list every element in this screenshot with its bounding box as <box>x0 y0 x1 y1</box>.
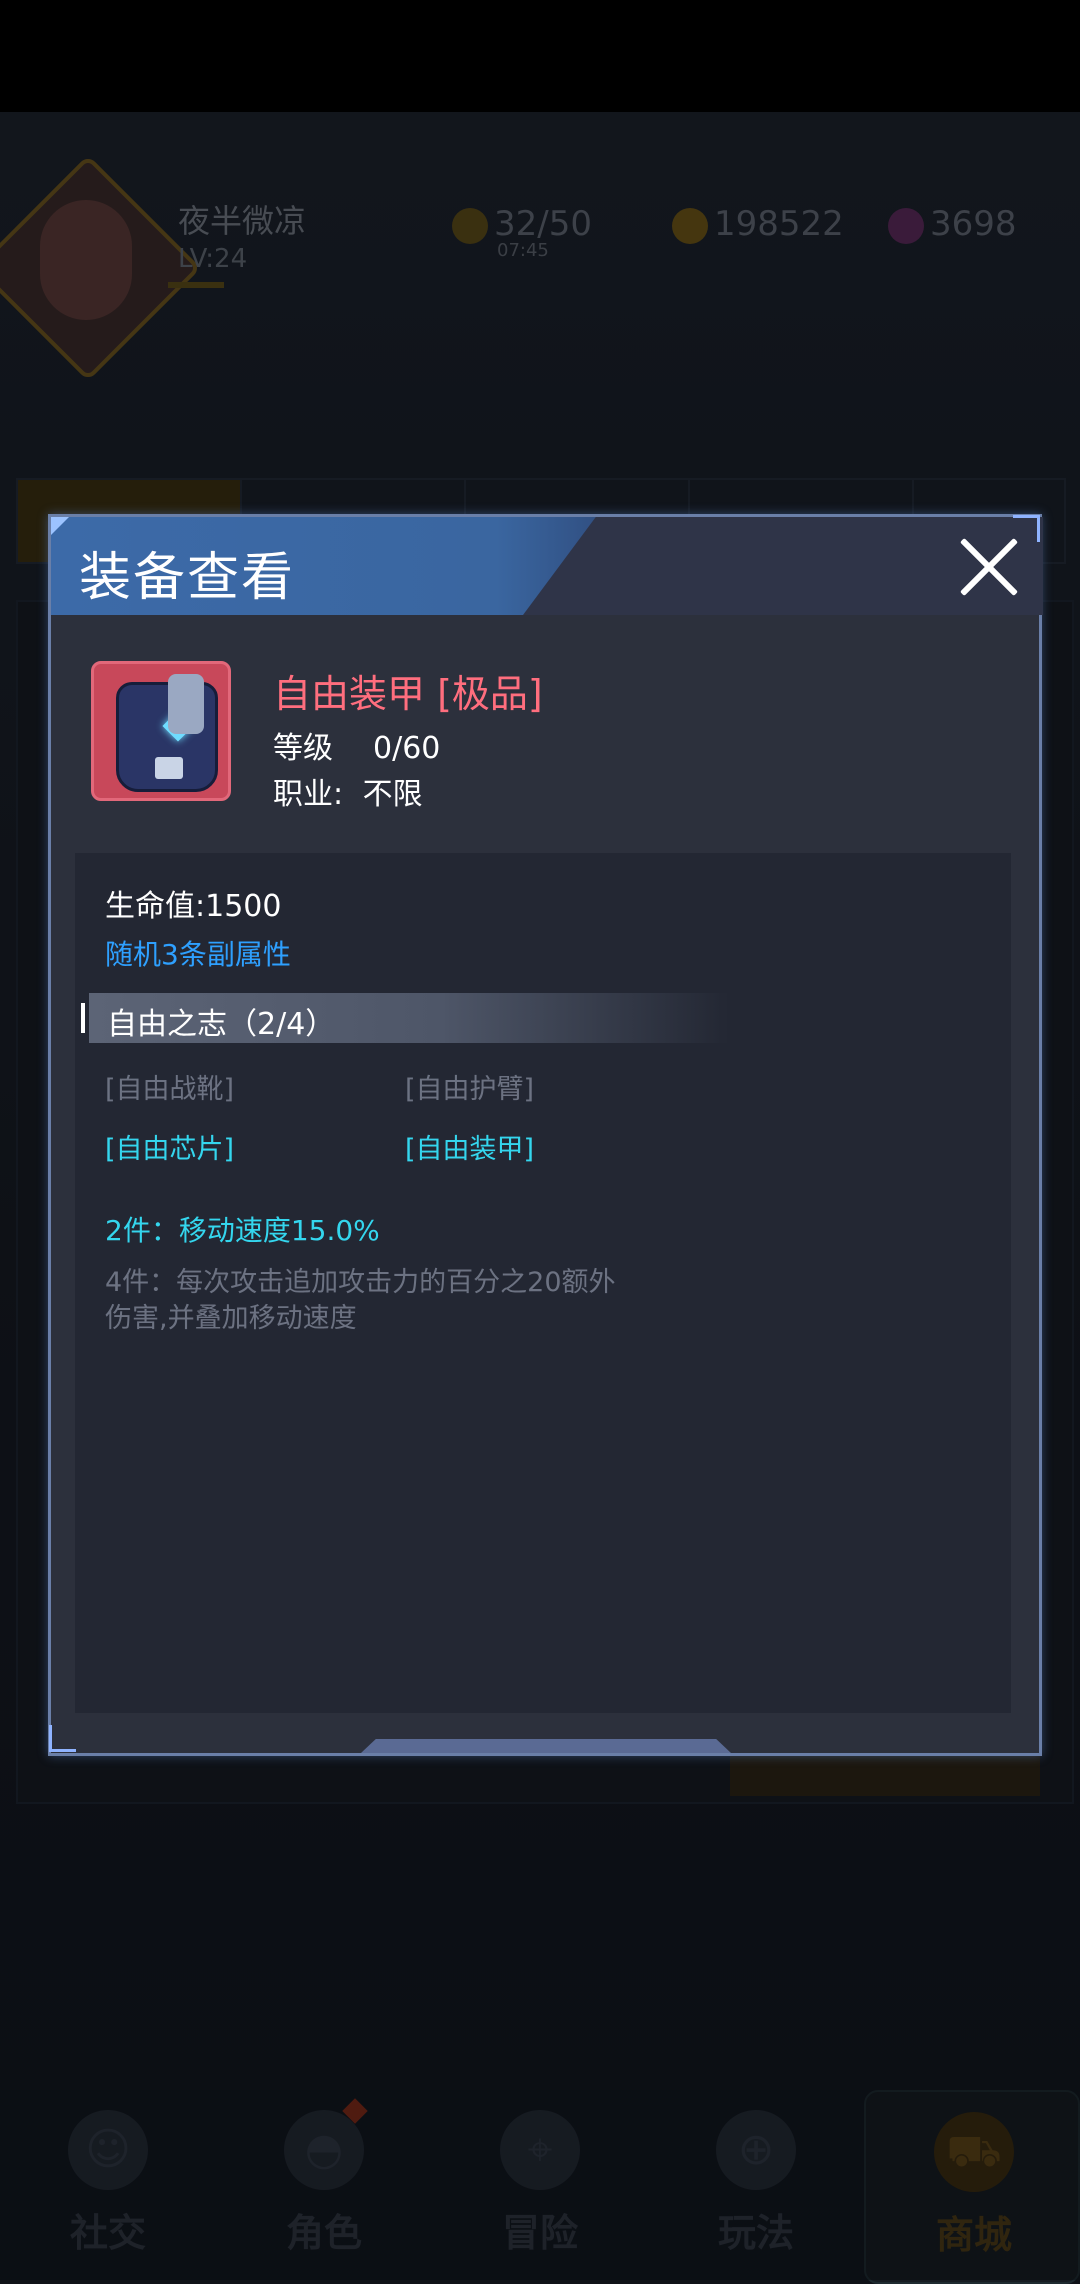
dialog-bottom-trim <box>361 1739 731 1753</box>
equipment-icon <box>91 661 231 801</box>
equipment-view-dialog: 装备查看 自由装甲 [极品] 等级 0/60 职业: 不限 生命值:1500 随机… <box>48 514 1043 1756</box>
corner-decoration <box>51 517 69 535</box>
set-piece: [自由战靴] <box>105 1074 235 1105</box>
item-name: 自由装甲 [极品] <box>273 672 543 716</box>
random-attributes: 随机3条副属性 <box>105 938 291 971</box>
item-level: 等级 0/60 <box>273 723 440 767</box>
corner-decoration <box>49 1725 76 1752</box>
close-icon[interactable] <box>957 535 1021 599</box>
level-value: 0/60 <box>373 731 441 766</box>
set-piece: [自由装甲] <box>405 1134 535 1165</box>
item-class: 职业: 不限 <box>273 769 423 813</box>
class-value: 不限 <box>362 777 423 812</box>
status-bar-area <box>0 0 1080 112</box>
set-piece: [自由芯片] <box>105 1134 235 1165</box>
level-label: 等级 <box>273 731 333 766</box>
set-piece: [自由护臂] <box>405 1074 535 1105</box>
class-label: 职业: <box>273 777 344 812</box>
set-title: 自由之志（2/4） <box>107 1007 336 1042</box>
hp-stat: 生命值:1500 <box>105 889 282 924</box>
shoulder-decoration <box>168 674 204 734</box>
dialog-header: 装备查看 <box>51 517 1043 615</box>
set-bonus-2: 2件：移动速度15.0% <box>105 1214 380 1247</box>
plate-decoration <box>155 757 183 779</box>
set-marker <box>81 1003 85 1033</box>
dialog-title: 装备查看 <box>79 548 296 608</box>
corner-decoration <box>1013 515 1040 542</box>
attributes-panel: 生命值:1500 随机3条副属性 自由之志（2/4） [自由战靴] [自由护臂]… <box>75 853 1011 1713</box>
set-bonus-4: 4件：每次攻击追加攻击力的百分之20额外伤害,并叠加移动速度 <box>105 1267 616 1334</box>
